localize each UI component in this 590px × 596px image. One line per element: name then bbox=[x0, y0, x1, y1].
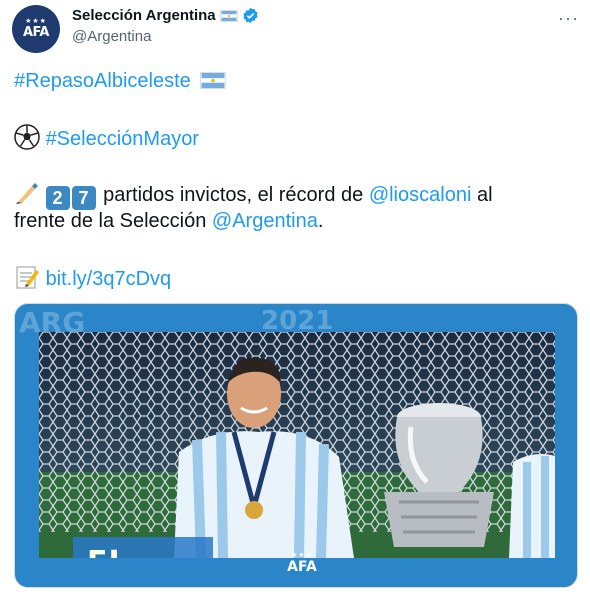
record-text-period: . bbox=[317, 210, 324, 232]
author-name-row: Selección Argentina bbox=[72, 7, 259, 24]
record-text: partidos invictos, el récord de bbox=[97, 184, 369, 206]
logo-text: AFA bbox=[287, 558, 317, 575]
keycap-seven: 7 bbox=[71, 186, 96, 210]
keycap-two: 2 bbox=[45, 186, 70, 210]
argentina-flag-icon bbox=[200, 72, 227, 89]
memo-icon bbox=[16, 266, 39, 289]
tweet-line-record: 27 partidos invictos, el récord de @lios… bbox=[14, 180, 493, 210]
display-name[interactable]: Selección Argentina bbox=[72, 7, 216, 24]
photo-scene: EL CON bbox=[39, 332, 555, 558]
avatar[interactable]: ★★★ AFA bbox=[12, 5, 60, 53]
tweet-line-hashtag2: #SelecciónMayor bbox=[14, 124, 199, 152]
afa-logo: ★★★ AFA bbox=[281, 542, 323, 584]
media-banner-text: EL CON bbox=[73, 537, 213, 558]
celebration-photo bbox=[39, 332, 555, 558]
tweet-card[interactable]: ★★★ AFA Selección Argentina @Argentina ·… bbox=[0, 0, 590, 596]
verified-badge-icon bbox=[243, 7, 258, 24]
mention-lioscaloni[interactable]: @lioscaloni bbox=[369, 184, 472, 206]
hashtag-repaso[interactable]: #RepasoAlbiceleste bbox=[14, 70, 191, 92]
mention-argentina[interactable]: @Argentina bbox=[212, 210, 318, 232]
tweet-line-record-2: frente de la Selección @Argentina. bbox=[14, 208, 323, 234]
writing-hand-icon bbox=[16, 183, 38, 204]
short-link[interactable]: bit.ly/3q7cDvq bbox=[46, 268, 172, 290]
record-text-end: al bbox=[471, 184, 493, 206]
more-options-icon[interactable]: ··· bbox=[558, 8, 579, 29]
hashtag-seleccion-mayor[interactable]: #SelecciónMayor bbox=[46, 128, 199, 150]
tweet-line-link: bit.ly/3q7cDvq bbox=[14, 264, 171, 292]
author-handle[interactable]: @Argentina bbox=[72, 28, 151, 45]
tweet-media-image[interactable]: ARG 2021 ★★★ AFA bbox=[14, 303, 578, 588]
avatar-logo-text: AFA bbox=[22, 25, 50, 40]
tweet-line-hashtag1: #RepasoAlbiceleste bbox=[14, 68, 227, 94]
argentina-flag-icon bbox=[219, 9, 238, 22]
soccer-ball-icon bbox=[14, 124, 40, 150]
record-text-line2: frente de la Selección bbox=[14, 210, 212, 232]
